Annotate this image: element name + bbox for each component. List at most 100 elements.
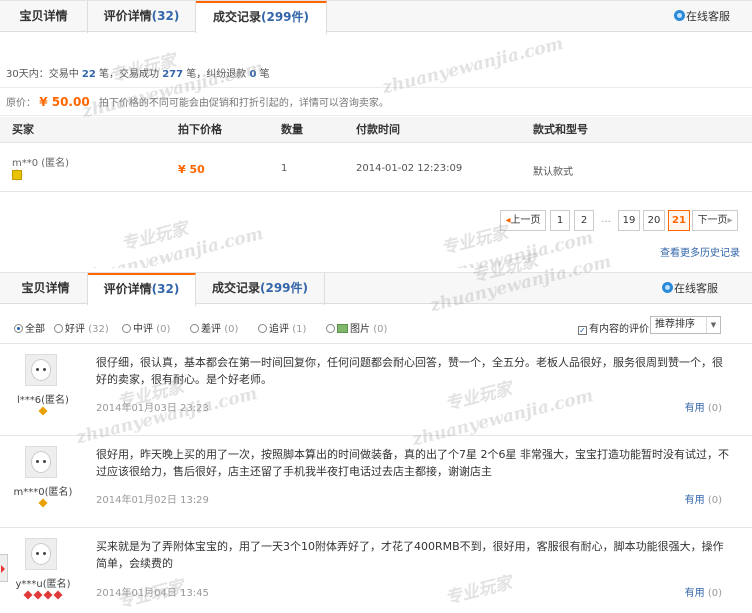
page-button-current[interactable]: 21 bbox=[668, 210, 690, 231]
prev-page-button[interactable]: ◂上一页 bbox=[500, 210, 546, 231]
radio-icon bbox=[258, 324, 267, 333]
page-button-2[interactable]: 2 bbox=[574, 210, 594, 231]
chevron-right-icon: ▸ bbox=[727, 215, 733, 226]
filter-images[interactable]: 图片 (0) bbox=[326, 320, 387, 335]
deal-paid-time: 2014-01-02 12:23:09 bbox=[356, 163, 463, 174]
useful-button[interactable]: 有用 (0) bbox=[685, 584, 722, 599]
online-service-link[interactable]: 在线客服 bbox=[662, 273, 718, 305]
service-icon bbox=[662, 282, 673, 293]
heart-icon bbox=[43, 590, 53, 600]
radio-icon bbox=[54, 324, 63, 333]
diamond-icon bbox=[38, 498, 48, 508]
col-buyer: 买家 bbox=[12, 123, 34, 136]
deal-table-header: 买家 拍下价格 数量 付款时间 款式和型号 bbox=[0, 117, 752, 143]
review-text: 买来就是为了弄附体宝宝的，用了一天3个10附体弄好了，才花了400RMB不到，很… bbox=[96, 540, 724, 570]
filter-neutral[interactable]: 中评 (0) bbox=[122, 320, 170, 335]
useful-count: (0) bbox=[707, 403, 722, 414]
useful-button[interactable]: 有用 (0) bbox=[685, 399, 722, 414]
sort-select[interactable]: 推荐排序 ▼ bbox=[650, 316, 721, 334]
has-content-checkbox[interactable]: ✓ 有内容的评价 bbox=[578, 320, 649, 335]
watermark-cn: 专业玩家 bbox=[119, 218, 191, 255]
review-item: m***0(匿名) 很好用，昨天晚上买的用了一次，按照脚本算出的时间做装备，真的… bbox=[0, 436, 752, 528]
default-avatar-icon bbox=[31, 451, 51, 473]
tab-count: (299件) bbox=[260, 10, 310, 24]
review-item: y***u(匿名) 买来就是为了弄附体宝宝的，用了一天3个10附体弄好了，才花了… bbox=[0, 528, 752, 610]
col-style: 款式和型号 bbox=[533, 123, 588, 136]
tab-bar: 宝贝详情 评价详情(32) 成交记录(299件) 在线客服 bbox=[0, 0, 752, 34]
chevron-down-icon: ▼ bbox=[706, 317, 720, 333]
heart-icon bbox=[33, 590, 43, 600]
avatar bbox=[25, 354, 57, 386]
service-icon bbox=[674, 10, 685, 21]
review-date: 2014年01月02日 13:29 bbox=[96, 495, 209, 506]
table-row: m**0 (匿名) ¥ 50 1 2014-01-02 12:23:09 默认款… bbox=[0, 144, 752, 192]
page-button-20[interactable]: 20 bbox=[643, 210, 665, 231]
vip-badge-icon bbox=[12, 170, 22, 180]
user-level bbox=[12, 496, 74, 509]
tab-count: (32) bbox=[151, 282, 180, 296]
checkbox-label: 有内容的评价 bbox=[589, 324, 649, 335]
useful-count: (0) bbox=[707, 495, 722, 506]
review-date: 2014年01月04日 13:45 bbox=[96, 588, 209, 599]
tab-label: 成交记录 bbox=[211, 281, 260, 295]
deal-style: 默认款式 bbox=[533, 167, 573, 178]
tab-label: 评价详情 bbox=[103, 9, 152, 23]
service-label: 在线客服 bbox=[674, 282, 718, 295]
stats-unit: 笔 bbox=[259, 69, 270, 80]
tab-label: 宝贝详情 bbox=[19, 9, 68, 23]
filter-negative[interactable]: 差评 (0) bbox=[190, 320, 238, 335]
next-page-button[interactable]: 下一页▸ bbox=[692, 210, 738, 231]
page-ellipsis: ... bbox=[598, 210, 614, 231]
radio-icon bbox=[326, 324, 335, 333]
filter-all[interactable]: 全部 bbox=[14, 320, 45, 335]
original-price-label: 原价： bbox=[6, 98, 36, 109]
online-service-link[interactable]: 在线客服 bbox=[674, 1, 730, 33]
page-button-19[interactable]: 19 bbox=[618, 210, 640, 231]
more-history-link[interactable]: 查看更多历史记录 bbox=[660, 244, 740, 259]
stats-in-progress: 22 bbox=[81, 69, 96, 80]
filter-label: 全部 bbox=[25, 324, 45, 335]
tab-count: (32) bbox=[151, 9, 180, 23]
radio-icon bbox=[190, 324, 199, 333]
sort-value: 推荐排序 bbox=[655, 319, 695, 330]
filter-followup[interactable]: 追评 (1) bbox=[258, 320, 306, 335]
deal-stats: 30天内：交易中 22 笔，交易成功 277 笔，纠纷退款 0 笔 bbox=[0, 62, 752, 88]
radio-selected-icon bbox=[14, 324, 23, 333]
user-level bbox=[12, 404, 74, 417]
review-date: 2014年01月03日 23:23 bbox=[96, 403, 209, 414]
default-avatar-icon bbox=[31, 543, 51, 565]
user-level bbox=[12, 588, 74, 601]
deal-price: ¥ 50 bbox=[178, 163, 205, 176]
filter-label: 追评 bbox=[269, 324, 289, 335]
tab-reviews[interactable]: 评价详情(32) bbox=[88, 1, 196, 33]
heart-icon bbox=[23, 590, 33, 600]
review-text: 很仔细，很认真，基本都会在第一时间回复你，任何问题都会耐心回答，赞一个，全五分。… bbox=[96, 356, 723, 386]
tab-reviews[interactable]: 评价详情(32) bbox=[88, 273, 196, 306]
tab-bar: 宝贝详情 评价详情(32) 成交记录(299件) 在线客服 bbox=[0, 272, 752, 306]
tab-item-detail[interactable]: 宝贝详情 bbox=[4, 273, 88, 305]
original-price-note: 拍下价格的不同可能会由促销和打折引起的，详情可以咨询卖家。 bbox=[98, 98, 389, 109]
default-avatar-icon bbox=[31, 359, 51, 381]
col-qty: 数量 bbox=[281, 123, 303, 136]
review-item: l***6(匿名) 很仔细，很认真，基本都会在第一时间回复你，任何问题都会耐心回… bbox=[0, 344, 752, 436]
filter-positive[interactable]: 好评 (32) bbox=[54, 320, 109, 335]
review-panel: 宝贝详情 评价详情(32) 成交记录(299件) 在线客服 全部 好评 (32)… bbox=[0, 251, 752, 613]
useful-label: 有用 bbox=[684, 588, 705, 599]
page-button-1[interactable]: 1 bbox=[550, 210, 570, 231]
tab-item-detail[interactable]: 宝贝详情 bbox=[0, 1, 88, 33]
image-icon bbox=[337, 324, 348, 333]
stats-unit: 笔，交易成功 bbox=[99, 69, 160, 80]
stats-success: 277 bbox=[162, 69, 184, 80]
useful-button[interactable]: 有用 (0) bbox=[685, 491, 722, 506]
stats-refund: 0 bbox=[249, 69, 257, 80]
deal-record-panel: 宝贝详情 评价详情(32) 成交记录(299件) 在线客服 30天内：交易中 2… bbox=[0, 0, 752, 292]
buyer-name: m**0 (匿名) bbox=[12, 158, 70, 169]
tab-deal-records[interactable]: 成交记录(299件) bbox=[196, 273, 325, 305]
side-toggle-button[interactable] bbox=[0, 554, 8, 582]
useful-count: (0) bbox=[707, 588, 722, 599]
diamond-icon bbox=[38, 406, 48, 416]
tab-deal-records[interactable]: 成交记录(299件) bbox=[196, 1, 327, 34]
tab-label: 成交记录 bbox=[212, 10, 261, 24]
filter-label: 好评 bbox=[65, 324, 85, 335]
deal-qty: 1 bbox=[281, 163, 288, 174]
